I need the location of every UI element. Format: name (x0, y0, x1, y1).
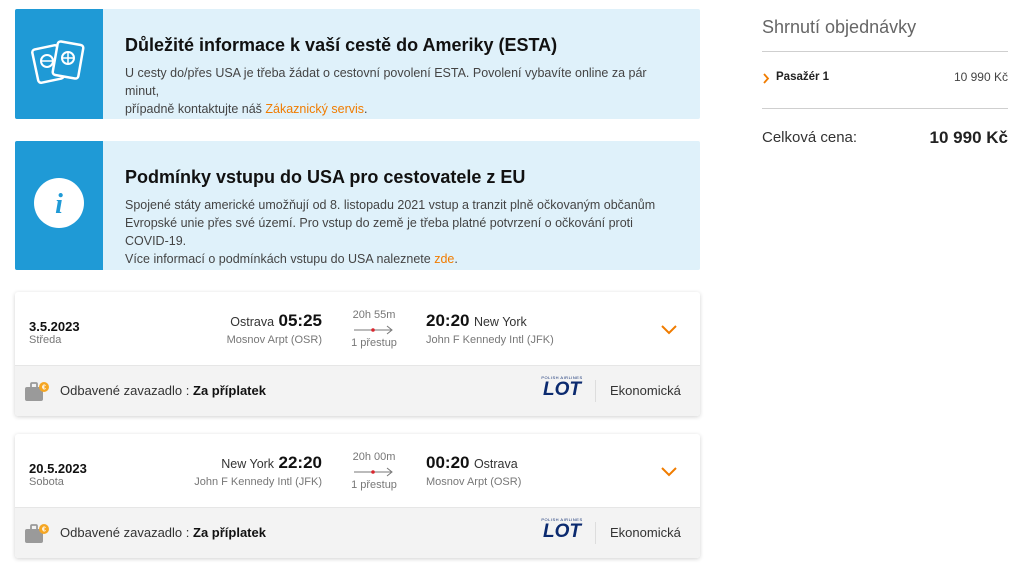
flight-date: 20.5.2023 (29, 461, 87, 476)
flight-card-outbound[interactable]: 3.5.2023 Středa Ostrava 05:25 Mosnov Arp… (15, 292, 700, 416)
paid-baggage-icon: € (24, 381, 50, 408)
svg-text:€: € (42, 527, 46, 534)
flight-duration: 20h 00m (352, 451, 396, 463)
customer-service-link[interactable]: Zákaznický servis (265, 102, 364, 116)
chevron-right-icon[interactable] (762, 71, 770, 89)
paid-baggage-icon: € (24, 523, 50, 550)
cabin-class: Ekonomická (610, 525, 681, 540)
departure-airport: John F Kennedy Intl (JFK) (194, 476, 322, 488)
svg-text:i: i (55, 189, 63, 220)
summary-divider (762, 51, 1008, 52)
flight-day: Středa (29, 334, 62, 346)
arrival-time: 20:20 (426, 311, 470, 330)
chevron-down-icon[interactable] (660, 322, 678, 340)
flight-day: Sobota (29, 476, 64, 488)
cabin-class: Ekonomická (610, 383, 681, 398)
arrival-block: 00:20 Ostrava (426, 453, 518, 473)
flight-stops: 1 přestup (351, 337, 397, 349)
summary-title: Shrnutí objednávky (762, 17, 917, 37)
arrival-airport: Mosnov Arpt (OSR) (426, 476, 522, 488)
esta-title: Důležité informace k vaší cestě do Ameri… (125, 35, 558, 55)
departure-city: Ostrava (230, 315, 275, 329)
svg-text:€: € (42, 385, 46, 392)
arrival-time: 00:20 (426, 453, 470, 472)
covid-info-box: i Podmínky vstupu do USA pro cestovatele… (15, 141, 700, 270)
summary-divider (762, 108, 1008, 109)
esta-info-box: Důležité informace k vaší cestě do Ameri… (15, 9, 700, 119)
flight-duration: 20h 55m (352, 309, 396, 321)
arrival-city: New York (473, 315, 527, 329)
covid-text: Spojené státy americké umožňují od 8. li… (125, 198, 656, 266)
flight-card-return[interactable]: 20.5.2023 Sobota New York 22:20 John F K… (15, 434, 700, 558)
arrival-airport: John F Kennedy Intl (JFK) (426, 334, 554, 346)
airline-logo: POLISH AIRLINES LOT (541, 375, 583, 400)
arrival-city: Ostrava (473, 457, 518, 471)
arrival-block: 20:20 New York (426, 311, 527, 331)
chevron-down-icon[interactable] (660, 464, 678, 482)
esta-text: U cesty do/přes USA je třeba žádat o ces… (125, 66, 647, 116)
info-icon: i (32, 176, 86, 235)
flight-date: 3.5.2023 (29, 319, 80, 334)
covid-title: Podmínky vstupu do USA pro cestovatele z… (125, 167, 526, 187)
passenger-price: 10 990 Kč (953, 70, 1008, 84)
departure-block: New York 22:20 (221, 453, 322, 473)
departure-block: Ostrava 05:25 (230, 311, 322, 331)
departure-city: New York (221, 457, 275, 471)
departure-airport: Mosnov Arpt (OSR) (226, 334, 322, 346)
passport-icon (31, 39, 87, 90)
baggage-info: Odbavené zavazadlo : Za příplatek (60, 383, 266, 398)
total-label: Celková cena: (762, 129, 858, 146)
baggage-info: Odbavené zavazadlo : Za příplatek (60, 525, 266, 540)
total-price: 10 990 Kč (929, 128, 1008, 147)
airline-logo: POLISH AIRLINES LOT (541, 517, 583, 542)
flight-stops: 1 přestup (351, 479, 397, 491)
departure-time: 22:20 (278, 453, 322, 472)
departure-time: 05:25 (278, 311, 322, 330)
entry-conditions-link[interactable]: zde (434, 252, 454, 266)
passenger-toggle[interactable]: Pasažér 1 (776, 71, 829, 83)
